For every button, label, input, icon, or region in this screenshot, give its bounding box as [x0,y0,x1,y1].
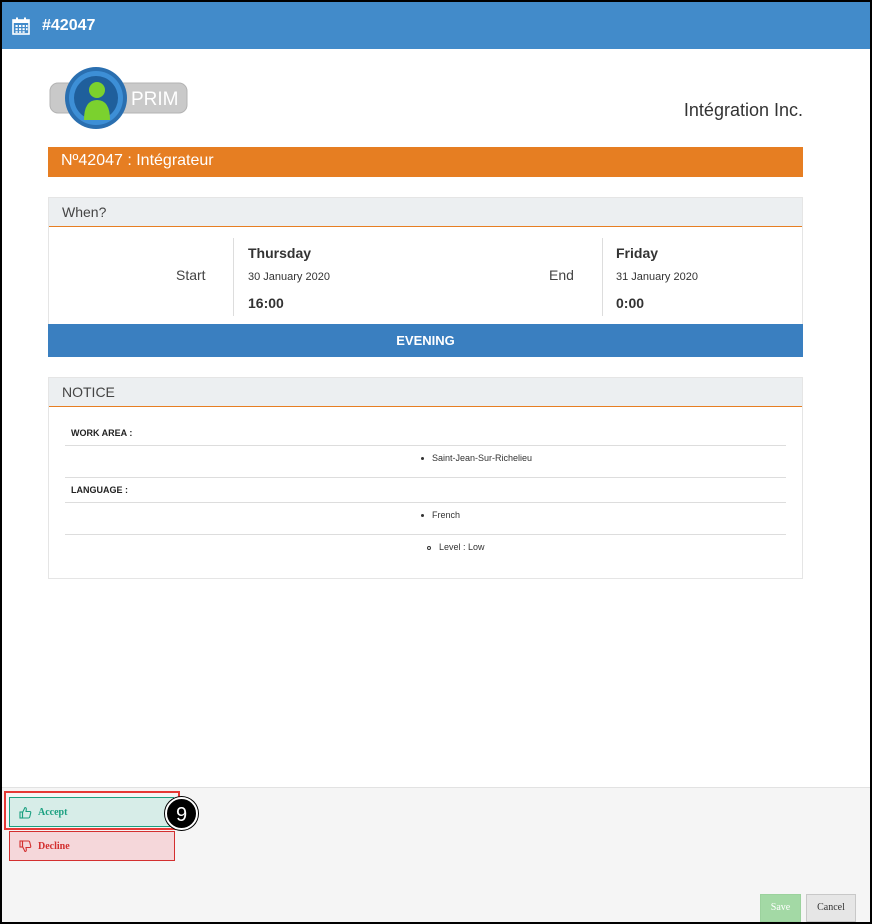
row-divider [65,534,786,535]
start-time: 16:00 [248,295,284,311]
when-heading: When? [49,198,802,227]
language-level-value: Level : Low [439,542,485,552]
job-title-bar: Nº42047 : Intégrateur [48,147,803,177]
end-date: 31 January 2020 [616,271,698,283]
thumbs-down-icon [19,839,32,853]
decline-label: Decline [38,840,70,852]
notice-panel: NOTICE WORK AREA : Saint-Jean-Sur-Richel… [48,377,803,579]
svg-text:PRIM: PRIM [131,89,179,110]
end-time: 0:00 [616,295,645,311]
cancel-button[interactable]: Cancel [806,894,856,922]
bullet-dot [421,514,424,518]
start-day: Thursday [248,245,312,261]
work-area-label: WORK AREA : [71,428,133,438]
row-divider [65,502,786,503]
window-title: #42047 [42,16,96,34]
language-item: French [421,510,460,520]
notice-heading: NOTICE [49,378,802,407]
job-offer-window: #42047 PRIM Intégration Inc. Nº42047 : I… [2,2,870,922]
start-divider [233,238,234,316]
bullet-dot [421,457,424,461]
end-label: End [549,267,574,283]
step-badge: 9 [165,797,198,830]
work-area-item: Saint-Jean-Sur-Richelieu [421,453,532,463]
start-date: 30 January 2020 [248,271,330,283]
calendar-icon [11,16,31,36]
bullet-circle [427,545,431,550]
company-name: Intégration Inc. [683,100,803,120]
thumbs-up-icon [19,806,32,819]
start-label: Start [176,267,206,283]
end-divider [602,238,603,316]
when-body: Start Thursday 30 January 2020 16:00 End… [49,227,802,325]
end-day: Friday [616,245,659,261]
row-divider [65,445,786,446]
work-area-value: Saint-Jean-Sur-Richelieu [432,453,533,463]
shift-bar: EVENING [48,324,803,357]
language-value: French [432,510,461,520]
accept-label: Accept [38,806,68,818]
window-titlebar: #42047 [2,2,870,49]
footer-bar: Accept Decline 9 Save Cancel [2,787,870,922]
save-button[interactable]: Save [760,894,801,922]
language-level-item: Level : Low [427,542,485,552]
prim-logo: PRIM [49,66,189,130]
row-divider [65,477,786,478]
language-label: LANGUAGE : [71,485,128,495]
accept-button[interactable]: Accept [9,797,174,827]
decline-button[interactable]: Decline [9,831,175,861]
